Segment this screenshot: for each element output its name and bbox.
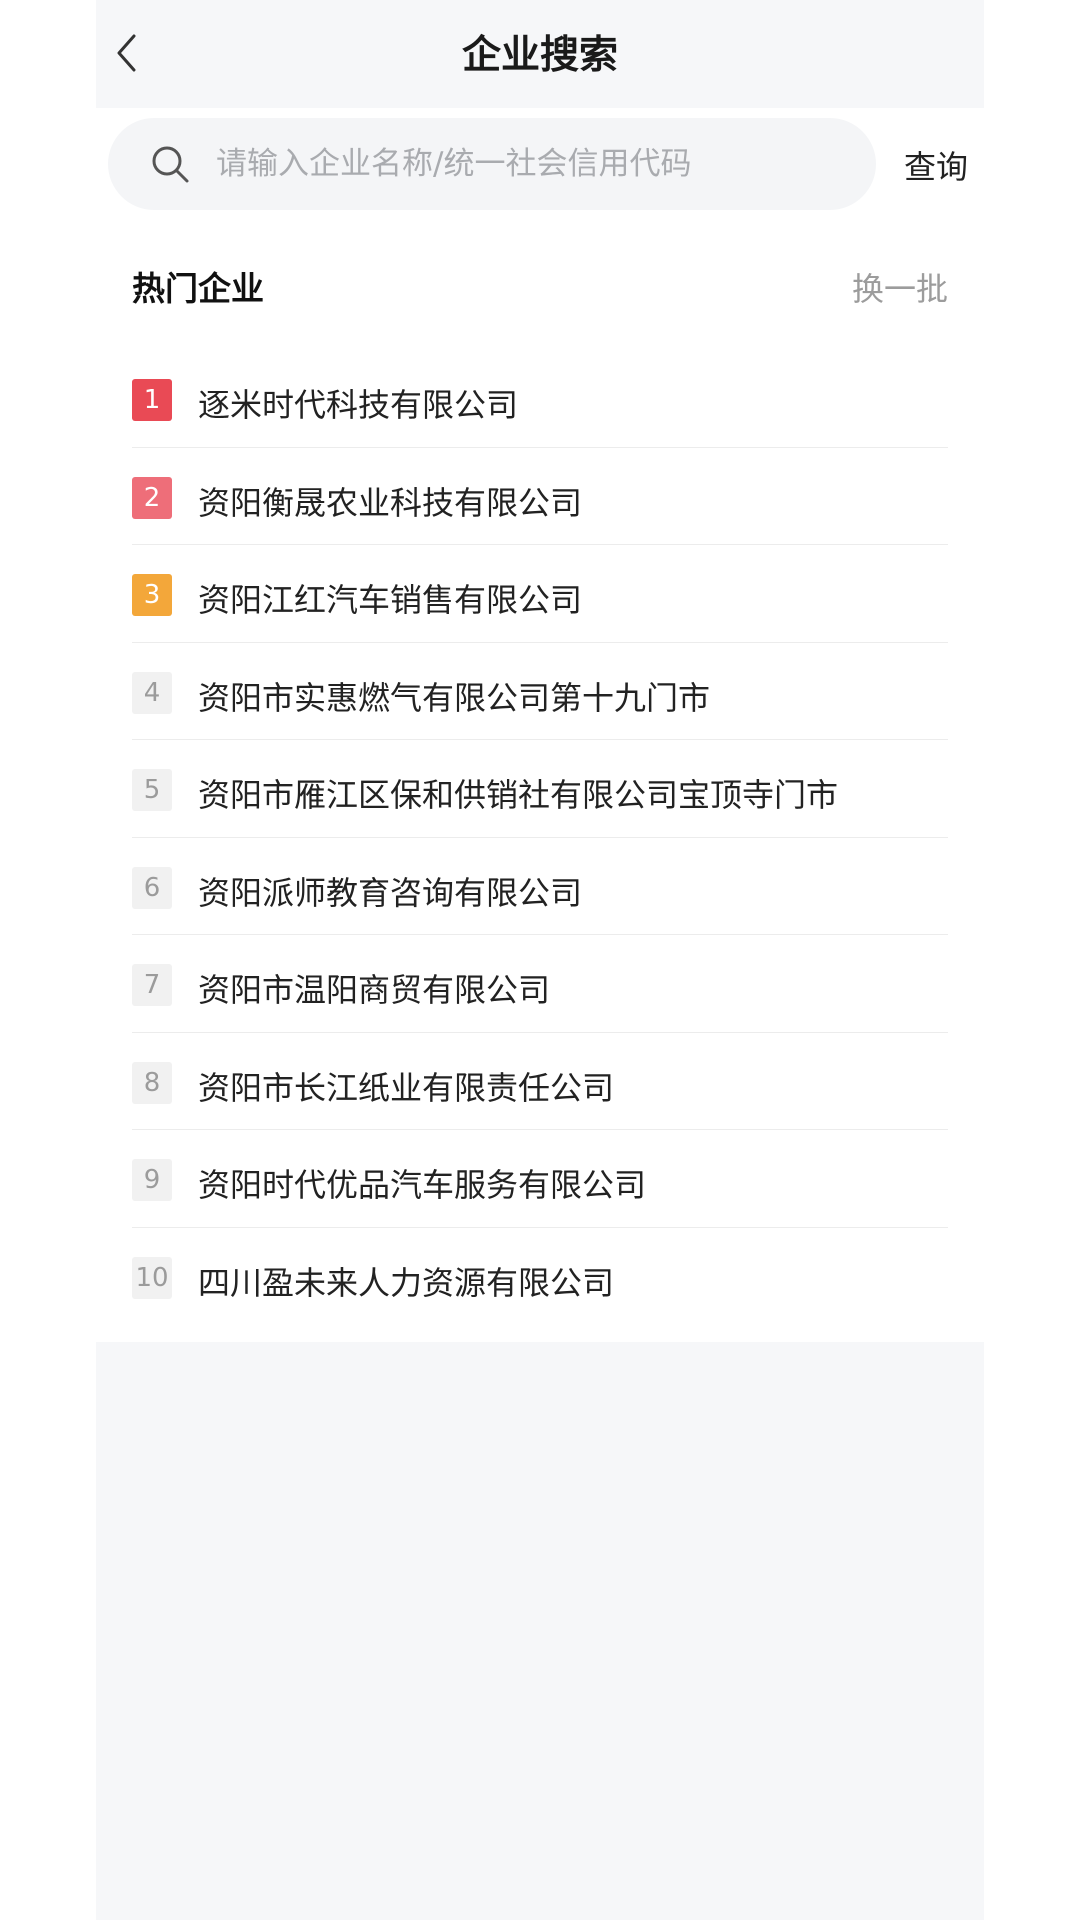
company-name: 资阳市实惠燃气有限公司第十九门市 [198, 678, 711, 717]
search-input[interactable] [216, 134, 876, 194]
rank-badge: 6 [132, 866, 172, 909]
company-name: 资阳市雁江区保和供销社有限公司宝顶寺门市 [198, 776, 839, 814]
rank-badge: 7 [132, 964, 172, 1006]
rank-badge: 1 [132, 379, 172, 421]
rank-badge: 5 [132, 769, 172, 811]
list-item[interactable]: 10 四川盈未来人力资源有限公司 [132, 1228, 948, 1326]
list-item[interactable]: 5 资阳市雁江区保和供销社有限公司宝顶寺门市 [132, 740, 948, 838]
refresh-button[interactable]: 换一批 [852, 264, 948, 314]
hot-company-list: 1 逐米时代科技有限公司 2 资阳衡晟农业科技有限公司 3 资阳江红汽车销售有限… [132, 350, 948, 1325]
rank-badge: 3 [132, 574, 172, 616]
company-name: 资阳衡晟农业科技有限公司 [198, 483, 583, 522]
list-item[interactable]: 3 资阳江红汽车销售有限公司 [132, 545, 948, 643]
list-item[interactable]: 2 资阳衡晟农业科技有限公司 [132, 448, 948, 545]
rank-badge: 8 [132, 1061, 172, 1104]
list-item[interactable]: 6 资阳派师教育咨询有限公司 [132, 838, 948, 935]
app-screen: 企业搜索 查询 热门企业 换一批 1 逐米时代科技有限公司 2 资阳衡晟农业科技… [96, 0, 984, 1920]
hot-companies-section: 热门企业 换一批 1 逐米时代科技有限公司 2 资阳衡晟农业科技有限公司 3 资… [96, 220, 984, 1342]
rank-badge: 10 [132, 1256, 172, 1299]
page-title: 企业搜索 [461, 33, 618, 78]
search-icon [152, 146, 189, 183]
list-item[interactable]: 9 资阳时代优品汽车服务有限公司 [132, 1130, 948, 1228]
list-item[interactable]: 4 资阳市实惠燃气有限公司第十九门市 [132, 643, 948, 740]
company-name: 四川盈未来人力资源有限公司 [198, 1263, 615, 1302]
company-name: 资阳时代优品汽车服务有限公司 [198, 1166, 647, 1204]
search-section: 查询 [96, 108, 984, 220]
list-item[interactable]: 7 资阳市温阳商贸有限公司 [132, 935, 948, 1033]
list-item[interactable]: 8 资阳市长江纸业有限责任公司 [132, 1033, 948, 1130]
list-item[interactable]: 1 逐米时代科技有限公司 [132, 350, 948, 448]
rank-badge: 9 [132, 1159, 172, 1201]
search-box[interactable] [108, 118, 876, 210]
top-bar: 企业搜索 [96, 0, 984, 108]
company-name: 资阳市长江纸业有限责任公司 [198, 1068, 615, 1107]
company-name: 逐米时代科技有限公司 [198, 386, 519, 424]
rank-badge: 2 [132, 476, 172, 519]
company-name: 资阳派师教育咨询有限公司 [198, 873, 583, 912]
section-title: 热门企业 [132, 269, 264, 308]
company-name: 资阳市温阳商贸有限公司 [198, 971, 551, 1009]
query-button[interactable]: 查询 [904, 142, 984, 192]
rank-badge: 4 [132, 671, 172, 714]
company-name: 资阳江红汽车销售有限公司 [198, 581, 583, 619]
